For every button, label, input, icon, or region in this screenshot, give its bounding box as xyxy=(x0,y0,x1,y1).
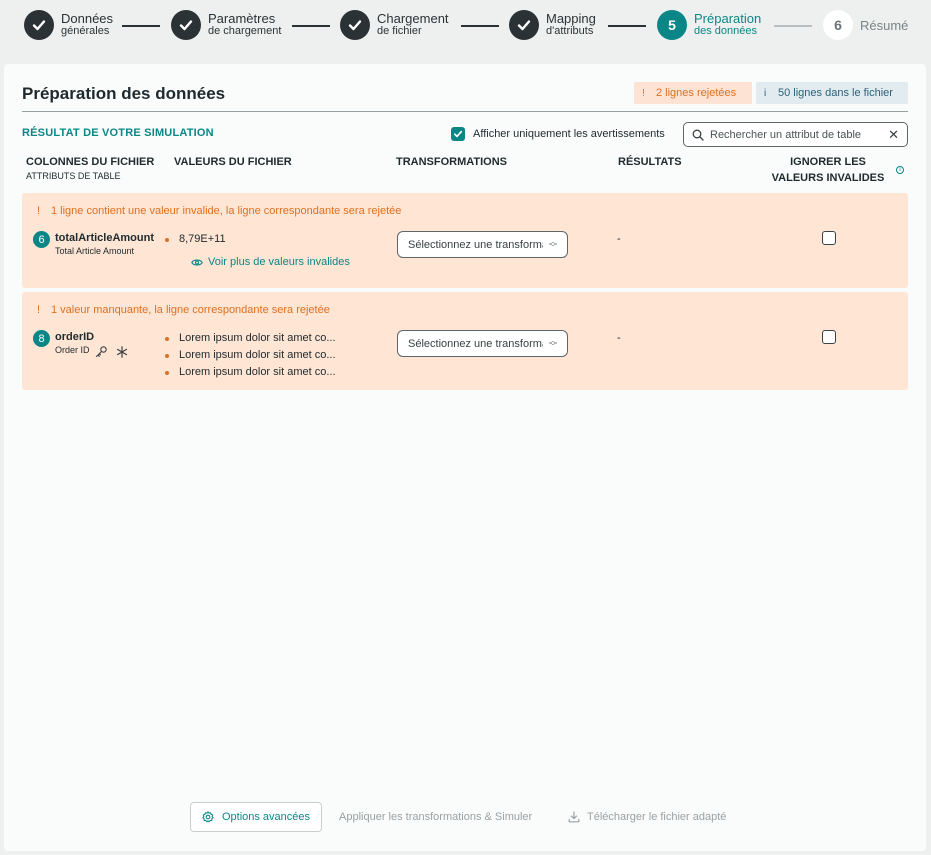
title-divider xyxy=(22,111,908,112)
row-warning-text: 1 ligne contient une valeur invalide, la… xyxy=(51,205,402,217)
column-index-badge: 8 xyxy=(33,330,50,347)
attribute-label: Order ID xyxy=(55,345,90,355)
row-warning: ! 1 valeur manquante, la ligne correspond… xyxy=(37,304,330,316)
eye-icon xyxy=(191,258,203,266)
advanced-options-label: Options avancées xyxy=(221,811,311,823)
file-value: Lorem ipsum dolor sit amet co... xyxy=(165,366,336,383)
result-value: - xyxy=(617,233,621,245)
step-subtitle: de chargement xyxy=(208,25,282,37)
check-icon xyxy=(171,10,201,40)
file-value: Lorem ipsum dolor sit amet co... xyxy=(165,332,336,349)
check-icon xyxy=(340,10,370,40)
file-value: 8,79E+11 xyxy=(165,233,226,250)
attribute-name: orderID xyxy=(55,331,95,343)
asterisk-icon xyxy=(116,345,128,358)
warning-icon: ! xyxy=(37,205,41,217)
stepper: Données générales Paramètres de chargeme… xyxy=(0,0,931,52)
col-ignore-invalid: IGNORER LES VALEURS INVALIDES xyxy=(768,154,888,186)
file-lines-text: 50 lignes dans le fichier xyxy=(778,87,893,99)
download-file-label: Télécharger le fichier adapté xyxy=(587,811,727,823)
check-icon xyxy=(24,10,54,40)
step-attribute-mapping[interactable]: Mapping d'attributs xyxy=(509,10,596,40)
col-file-values: VALEURS DU FICHIER xyxy=(174,156,292,168)
page-title: Préparation des données xyxy=(22,84,226,103)
rejected-lines-text: 2 lignes rejetées xyxy=(656,87,737,99)
step-subtitle: d'attributs xyxy=(546,25,594,37)
gear-icon xyxy=(202,811,214,823)
step-title: Mapping xyxy=(546,11,596,26)
step-title: Préparation xyxy=(694,11,762,26)
step-connector xyxy=(608,25,646,27)
file-values-list: 8,79E+11 xyxy=(165,233,226,250)
step-title: Résumé xyxy=(860,17,909,33)
download-icon xyxy=(568,811,580,823)
info-icon: i xyxy=(764,87,767,99)
col-transformations: TRANSFORMATIONS xyxy=(396,156,508,168)
key-icon xyxy=(95,346,107,358)
warning-icon: ! xyxy=(37,304,41,316)
step-connector xyxy=(122,25,160,27)
step-connector xyxy=(461,25,499,27)
attribute-label: Total Article Amount xyxy=(55,246,135,256)
step-title: Données xyxy=(61,11,114,26)
step-subtitle: des données xyxy=(694,25,757,37)
checkbox-checked-icon[interactable] xyxy=(451,127,465,141)
step-connector xyxy=(292,25,330,27)
transformation-select[interactable]: Sélectionnez une transformation ︿﹀ xyxy=(397,231,568,258)
step-summary[interactable]: 6 Résumé xyxy=(823,10,908,40)
table-row: ! 1 ligne contient une valeur invalide, l… xyxy=(22,193,908,288)
step-data-preparation[interactable]: 5 Préparation des données xyxy=(657,10,761,40)
result-value: - xyxy=(617,332,621,344)
step-subtitle: générales xyxy=(61,25,110,37)
col-ignore-line1: IGNORER LES xyxy=(790,156,866,168)
step-load-settings[interactable]: Paramètres de chargement xyxy=(171,10,281,40)
chevron-up-down-icon: ︿ ﹀ xyxy=(549,236,557,252)
file-lines-badge: i 50 lignes dans le fichier xyxy=(756,82,908,104)
show-more-invalid-link[interactable]: Voir plus de valeurs invalides xyxy=(191,256,350,268)
row-warning: ! 1 ligne contient une valeur invalide, l… xyxy=(37,205,401,217)
transformation-select-text: Sélectionnez une transformation xyxy=(408,238,543,251)
step-number: 5 xyxy=(657,10,687,40)
step-subtitle: de fichier xyxy=(377,25,422,37)
show-more-invalid-text: Voir plus de valeurs invalides xyxy=(208,256,350,268)
file-values-list: Lorem ipsum dolor sit amet co... Lorem i… xyxy=(165,332,336,383)
step-title: Chargement xyxy=(377,11,449,26)
download-file-button[interactable]: Télécharger le fichier adapté xyxy=(568,802,726,832)
attribute-flags xyxy=(95,345,128,358)
file-value: Lorem ipsum dolor sit amet co... xyxy=(165,349,336,366)
apply-simulate-button[interactable]: Appliquer les transformations & Simuler xyxy=(339,802,532,832)
col-file-columns: COLONNES DU FICHIER ATTRIBUTS DE TABLE xyxy=(26,156,154,181)
rejected-lines-badge: ! 2 lignes rejetées xyxy=(634,82,752,104)
close-icon[interactable]: ✕ xyxy=(888,127,899,143)
step-title: Paramètres xyxy=(208,11,276,26)
transformation-select-text: Sélectionnez une transformation xyxy=(408,337,543,350)
transformation-select[interactable]: Sélectionnez une transformation ︿﹀ xyxy=(397,330,568,357)
chevron-up-down-icon: ︿ ﹀ xyxy=(549,335,557,351)
attribute-name: totalArticleAmount xyxy=(55,232,154,244)
ignore-invalid-checkbox[interactable] xyxy=(822,231,836,245)
step-number: 6 xyxy=(823,10,853,40)
info-icon[interactable]: i xyxy=(896,166,904,174)
advanced-options-button[interactable]: Options avancées xyxy=(190,802,322,832)
col-file-columns-label: COLONNES DU FICHIER xyxy=(26,156,155,168)
column-index-badge: 6 xyxy=(33,231,50,248)
warnings-only-label: Afficher uniquement les avertissements xyxy=(473,128,665,140)
row-warning-text: 1 valeur manquante, la ligne corresponda… xyxy=(51,304,330,316)
warning-icon: ! xyxy=(642,87,645,99)
col-ignore-line2: VALEURS INVALIDES xyxy=(771,172,885,184)
step-connector xyxy=(774,25,812,27)
search-icon xyxy=(692,129,704,141)
main-panel: Préparation des données ! 2 lignes rejet… xyxy=(4,64,926,851)
col-results: RÉSULTATS xyxy=(618,156,682,168)
ignore-invalid-checkbox[interactable] xyxy=(822,330,836,344)
simulation-result-title: RÉSULTAT DE VOTRE SIMULATION xyxy=(22,127,214,139)
search-input[interactable] xyxy=(710,128,880,141)
col-table-attributes-label: ATTRIBUTS DE TABLE xyxy=(26,171,121,181)
check-icon xyxy=(509,10,539,40)
search-box[interactable]: ✕ xyxy=(683,122,908,147)
step-file-upload[interactable]: Chargement de fichier xyxy=(340,10,449,40)
step-general-data[interactable]: Données générales xyxy=(24,10,113,40)
warnings-only-toggle[interactable]: Afficher uniquement les avertissements xyxy=(451,127,665,141)
table-row: ! 1 valeur manquante, la ligne correspond… xyxy=(22,292,908,390)
